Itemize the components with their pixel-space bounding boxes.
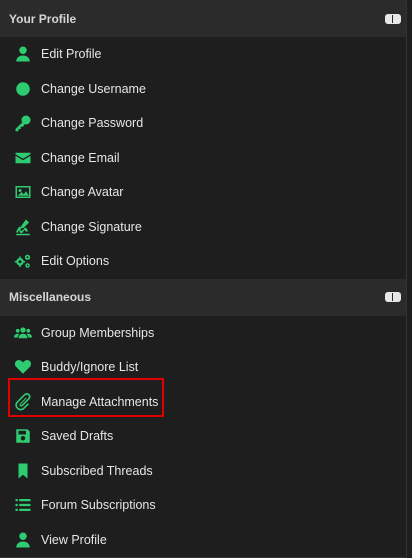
- sidebar-item-label: Buddy/Ignore List: [41, 360, 139, 375]
- sidebar-item-label: Saved Drafts: [41, 429, 114, 444]
- sidebar-item-label: View Profile: [41, 532, 107, 547]
- sidebar-item-label: Change Signature: [41, 219, 142, 234]
- sidebar-item-label: Change Username: [41, 81, 146, 96]
- image-icon: [14, 183, 32, 201]
- usercp-sidebar: Your Profile Edit Profile Change Usernam…: [0, 0, 407, 558]
- paperclip-icon: [14, 392, 32, 411]
- section-title: Your Profile: [9, 11, 77, 26]
- collapse-toggle-icon[interactable]: [385, 13, 401, 24]
- heart-icon: [14, 358, 32, 376]
- sidebar-item-subscribed-threads[interactable]: Subscribed Threads: [0, 454, 406, 489]
- sidebar-item-group-memberships[interactable]: Group Memberships: [0, 316, 406, 351]
- sidebar-item-view-profile[interactable]: View Profile: [0, 523, 406, 558]
- sidebar-item-change-email[interactable]: Change Email: [0, 141, 406, 176]
- sidebar-item-change-avatar[interactable]: Change Avatar: [0, 175, 406, 210]
- sidebar-item-label: Change Password: [41, 116, 144, 131]
- sidebar-item-edit-options[interactable]: Edit Options: [0, 244, 406, 279]
- user-icon: [14, 45, 32, 63]
- sidebar-item-edit-profile[interactable]: Edit Profile: [0, 37, 406, 72]
- sidebar-item-forum-subscriptions[interactable]: Forum Subscriptions: [0, 488, 406, 523]
- users-icon: [14, 324, 32, 342]
- circle-icon: [14, 80, 32, 98]
- sidebar-item-change-signature[interactable]: Change Signature: [0, 210, 406, 245]
- sidebar-item-change-password[interactable]: Change Password: [0, 106, 406, 141]
- sidebar-item-label: Change Avatar: [41, 185, 124, 200]
- cogs-icon: [14, 252, 32, 270]
- sidebar-item-label: Forum Subscriptions: [41, 498, 156, 513]
- user-icon: [14, 531, 32, 549]
- envelope-icon: [14, 149, 32, 167]
- sidebar-item-label: Edit Options: [41, 254, 110, 269]
- signature-icon: [14, 218, 32, 236]
- sidebar-item-label: Group Memberships: [41, 325, 155, 340]
- section-header-your-profile: Your Profile: [0, 0, 406, 37]
- sidebar-item-label: Edit Profile: [41, 47, 102, 62]
- save-icon: [14, 427, 32, 445]
- key-icon: [14, 114, 32, 132]
- sidebar-item-manage-attachments[interactable]: Manage Attachments: [0, 385, 406, 420]
- section-header-miscellaneous: Miscellaneous: [0, 278, 406, 316]
- section-title: Miscellaneous: [9, 290, 92, 304]
- sidebar-item-saved-drafts[interactable]: Saved Drafts: [0, 419, 406, 454]
- sidebar-item-buddy-ignore-list[interactable]: Buddy/Ignore List: [0, 350, 406, 385]
- sidebar-item-change-username[interactable]: Change Username: [0, 72, 406, 107]
- collapse-toggle-icon[interactable]: [385, 292, 401, 302]
- sidebar-item-label: Change Email: [41, 150, 120, 165]
- sidebar-item-label: Subscribed Threads: [41, 463, 153, 478]
- sidebar-item-label: Manage Attachments: [41, 394, 159, 409]
- bookmark-icon: [14, 462, 32, 480]
- list-icon: [14, 496, 32, 514]
